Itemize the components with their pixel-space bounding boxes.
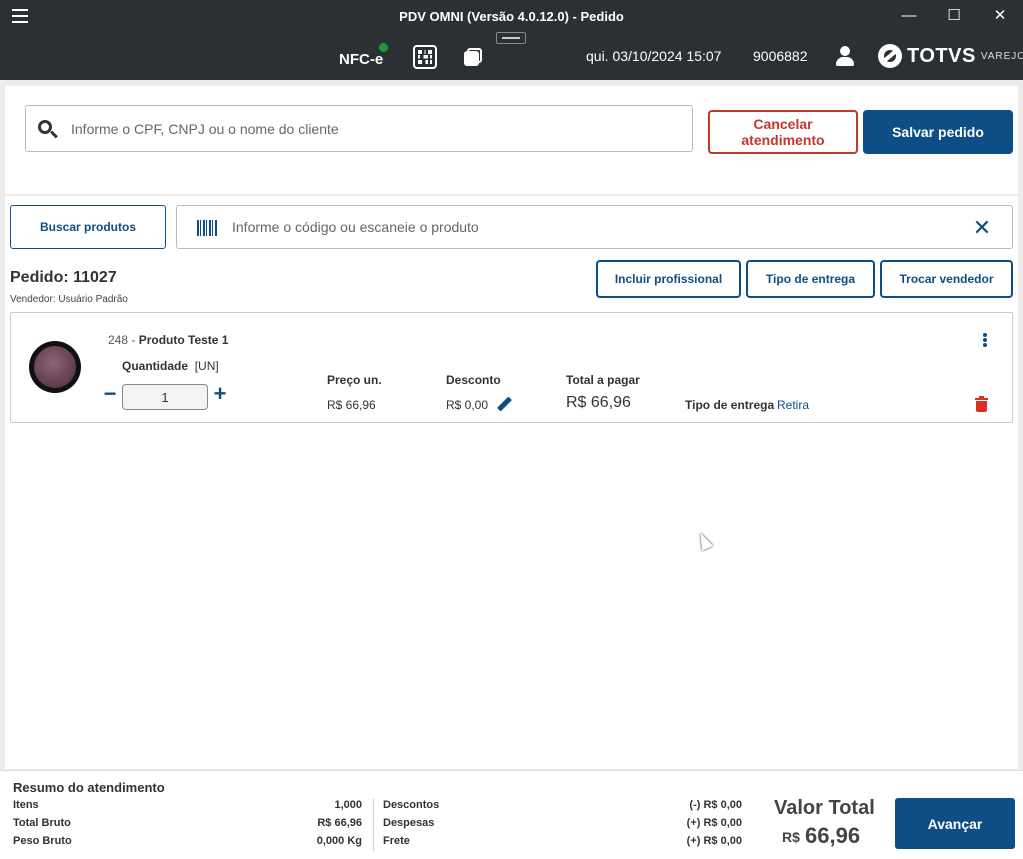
quantity-label: Quantidade [UN] <box>122 359 219 373</box>
service-summary: Resumo do atendimento Itens 1,000 Total … <box>0 770 1023 859</box>
total-to-pay-label: Total a pagar <box>566 373 640 387</box>
product-thumbnail <box>29 341 81 393</box>
copy-icon[interactable] <box>464 48 482 66</box>
seller-label: Vendedor: Usuário Padrão <box>10 294 128 305</box>
nfce-status-dot <box>379 43 388 52</box>
order-title: Pedido: 11027 <box>10 269 117 286</box>
delete-item-icon[interactable] <box>975 396 988 412</box>
qr-code-icon[interactable] <box>413 45 437 69</box>
close-window-button[interactable]: ✕ <box>987 4 1013 28</box>
discount-value: R$ 0,00 <box>446 398 489 412</box>
delivery-type-button[interactable]: Tipo de entrega <box>746 260 875 298</box>
change-seller-button[interactable]: Trocar vendedor <box>880 260 1013 298</box>
product-title: Produto Teste 1 <box>138 333 229 347</box>
unit-price-label: Preço un. <box>327 373 382 387</box>
advance-button[interactable]: Avançar <box>895 798 1015 849</box>
maximize-button[interactable]: ☐ <box>941 4 967 28</box>
total-value-currency: R$ <box>782 829 800 845</box>
cancel-service-button[interactable]: Cancelar atendimento <box>708 110 858 154</box>
search-products-button[interactable]: Buscar produtos <box>10 205 166 249</box>
summary-title: Resumo do atendimento <box>13 780 165 795</box>
quantity-unit: [UN] <box>194 359 219 373</box>
summary-divider <box>373 799 374 851</box>
increase-quantity-button[interactable]: + <box>211 383 229 405</box>
quantity-label-text: Quantidade <box>122 359 189 373</box>
totvs-logo: TOTVS VAREJO <box>878 44 1023 68</box>
include-professional-button[interactable]: Incluir profissional <box>596 260 741 298</box>
terminal-id: 9006882 <box>753 48 808 64</box>
search-icon <box>38 120 58 140</box>
product-search-input[interactable] <box>232 206 952 248</box>
clear-icon[interactable]: ✕ <box>972 217 992 239</box>
gross-weight-label: Peso Bruto <box>13 835 72 847</box>
barcode-icon <box>197 220 217 236</box>
total-value-label: Valor Total <box>774 797 875 819</box>
save-order-button[interactable]: Salvar pedido <box>863 110 1013 154</box>
expenses-label: Despesas <box>383 817 435 829</box>
client-search-input[interactable] <box>71 106 681 151</box>
window-title: PDV OMNI (Versão 4.0.12.0) - Pedido <box>399 9 624 24</box>
total-to-pay-value: R$ 66,96 <box>566 394 631 411</box>
items-label: Itens <box>13 799 39 811</box>
discounts-value: (-) R$ 0,00 <box>689 799 742 811</box>
gross-total-label: Total Bruto <box>13 817 71 829</box>
discount-label: Desconto <box>446 373 501 387</box>
user-icon[interactable] <box>835 45 855 67</box>
keyboard-icon[interactable] <box>496 32 526 44</box>
total-value-amount: 66,96 <box>805 823 861 848</box>
client-search-box <box>25 105 693 152</box>
title-bar: PDV OMNI (Versão 4.0.12.0) - Pedido — ☐ … <box>0 0 1023 80</box>
minimize-button[interactable]: — <box>896 4 922 28</box>
gross-weight-value: 0,000 Kg <box>316 835 362 847</box>
brand-name: TOTVS <box>907 44 976 67</box>
freight-value: (+) R$ 0,00 <box>686 835 742 847</box>
client-panel: Cancelar atendimento Salvar pedido <box>5 86 1018 194</box>
product-name: 248 - Produto Teste 1 <box>108 333 228 347</box>
order-item: 248 - Produto Teste 1 Quantidade [UN] − … <box>10 312 1013 423</box>
gross-total-value: R$ 66,96 <box>317 817 362 829</box>
datetime: qui. 03/10/2024 15:07 <box>586 48 722 64</box>
freight-label: Frete <box>383 835 410 847</box>
unit-price-value: R$ 66,96 <box>327 398 376 412</box>
item-delivery-value[interactable]: Retira <box>777 398 809 412</box>
nfce-label[interactable]: NFC-e <box>339 51 383 68</box>
totvs-logo-icon <box>878 44 902 68</box>
brand-sub: VAREJO <box>980 50 1023 62</box>
decrease-quantity-button[interactable]: − <box>102 383 118 405</box>
product-search-box: ✕ <box>176 205 1013 249</box>
quantity-input[interactable]: 1 <box>122 384 208 410</box>
order-area: Buscar produtos ✕ Pedido: 11027 Vendedor… <box>5 196 1018 769</box>
discounts-label: Descontos <box>383 799 440 811</box>
edit-discount-icon[interactable] <box>497 396 512 412</box>
items-value: 1,000 <box>334 799 362 811</box>
item-delivery-label: Tipo de entrega <box>685 398 775 412</box>
expenses-value: (+) R$ 0,00 <box>686 817 742 829</box>
product-code: 248 - <box>108 333 139 347</box>
more-options-icon[interactable] <box>983 333 989 347</box>
